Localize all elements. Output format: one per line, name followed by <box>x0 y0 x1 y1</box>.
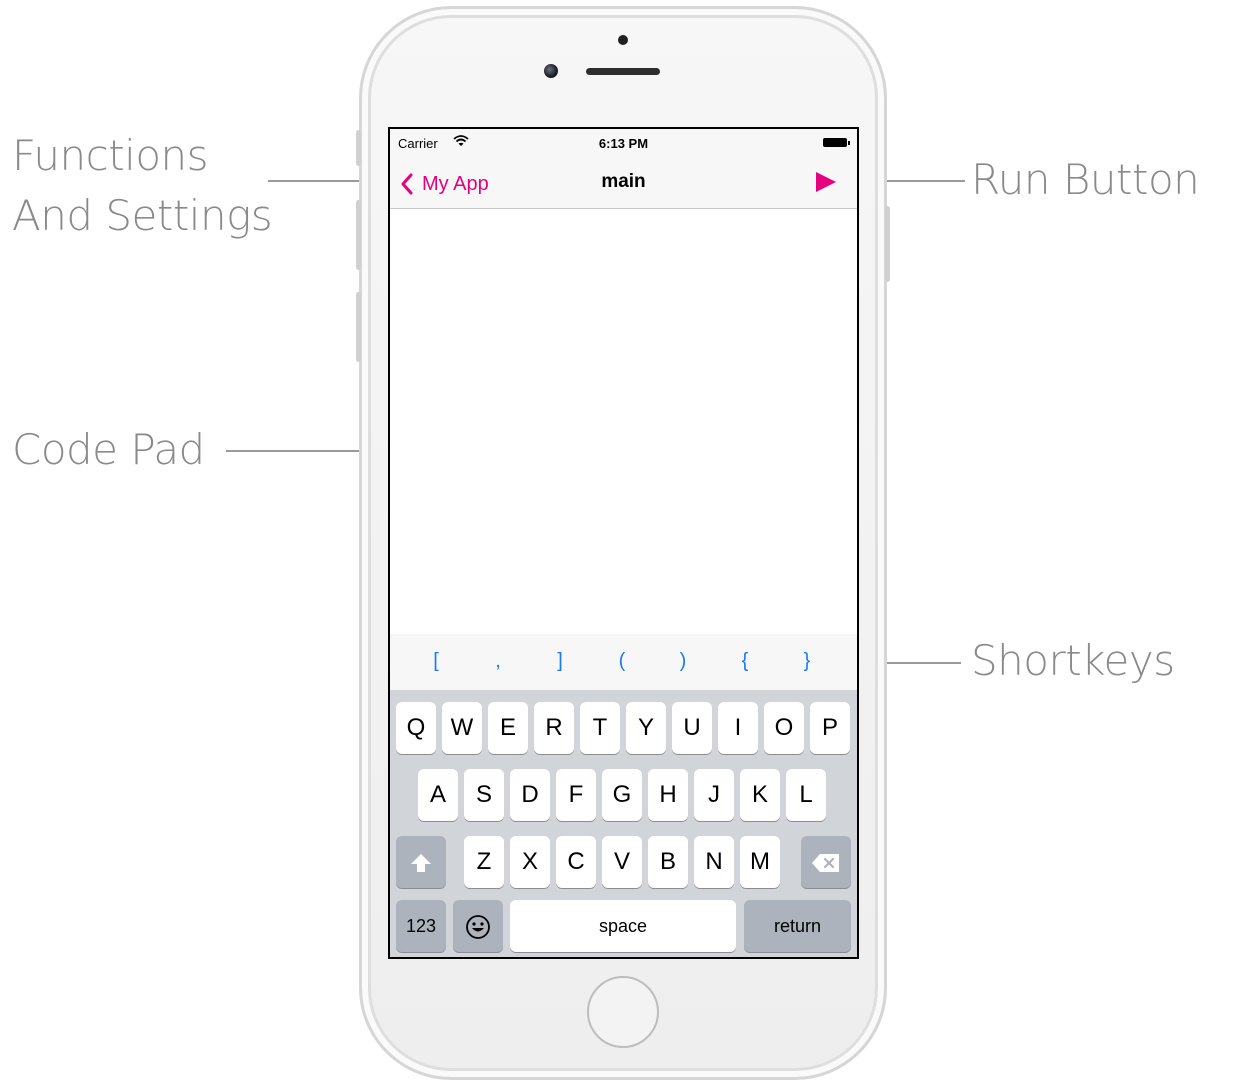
delete-key[interactable] <box>801 836 851 888</box>
key[interactable]: M <box>740 836 780 888</box>
code-pad[interactable] <box>390 209 857 634</box>
status-time: 6:13 PM <box>598 136 649 151</box>
key[interactable]: U <box>672 702 712 754</box>
nav-title: main <box>601 171 646 192</box>
key[interactable]: I <box>718 702 758 754</box>
front-camera <box>544 64 558 78</box>
callout-shortkeys: Shortkeys <box>971 636 1175 685</box>
mute-switch <box>356 130 361 166</box>
shift-key[interactable] <box>396 836 446 888</box>
keyboard: Q W E R T Y U I O P A S D F G H J K L Z … <box>390 690 857 957</box>
shortkey-open-bracket[interactable]: [ <box>416 650 456 673</box>
key[interactable]: K <box>740 769 780 821</box>
key[interactable]: S <box>464 769 504 821</box>
phone-screen: Carrier 6:13 PM My App main [ , ] ( ) {… <box>388 127 859 959</box>
key[interactable]: B <box>648 836 688 888</box>
key[interactable]: L <box>786 769 826 821</box>
key[interactable]: H <box>648 769 688 821</box>
key[interactable]: N <box>694 836 734 888</box>
key[interactable]: F <box>556 769 596 821</box>
power-button <box>885 206 890 282</box>
home-button[interactable] <box>587 976 659 1048</box>
shift-icon <box>411 853 431 872</box>
key[interactable]: E <box>488 702 528 754</box>
proximity-sensor <box>618 35 628 45</box>
shortkey-open-paren[interactable]: ( <box>602 650 642 673</box>
battery-icon <box>823 138 850 147</box>
key[interactable]: V <box>602 836 642 888</box>
key[interactable]: X <box>510 836 550 888</box>
key[interactable]: Q <box>396 702 436 754</box>
status-bar: Carrier 6:13 PM <box>390 129 857 157</box>
navigation-bar: My App main <box>390 157 857 209</box>
emoji-icon <box>466 914 490 939</box>
key[interactable]: C <box>556 836 596 888</box>
shortkey-close-bracket[interactable]: ] <box>540 650 580 673</box>
play-icon[interactable] <box>815 171 837 193</box>
key[interactable]: Y <box>626 702 666 754</box>
key[interactable]: G <box>602 769 642 821</box>
return-key[interactable]: return <box>744 900 851 952</box>
volume-up-button <box>356 200 361 270</box>
key[interactable]: D <box>510 769 550 821</box>
key[interactable]: Z <box>464 836 504 888</box>
callout-functions-line1: Functions <box>12 131 209 180</box>
callout-functions-line2: And Settings <box>12 191 273 240</box>
delete-icon <box>812 853 839 872</box>
callout-code-pad: Code Pad <box>12 425 205 474</box>
key[interactable]: A <box>418 769 458 821</box>
key[interactable]: P <box>810 702 850 754</box>
key[interactable]: R <box>534 702 574 754</box>
shortkey-close-paren[interactable]: ) <box>663 650 703 673</box>
volume-down-button <box>356 292 361 362</box>
key[interactable]: J <box>694 769 734 821</box>
shortkey-close-brace[interactable]: } <box>787 650 827 673</box>
key[interactable]: O <box>764 702 804 754</box>
shortkey-comma[interactable]: , <box>478 650 518 673</box>
earpiece-speaker <box>586 68 660 75</box>
key[interactable]: T <box>580 702 620 754</box>
key[interactable]: W <box>442 702 482 754</box>
shortkey-open-brace[interactable]: { <box>725 650 765 673</box>
callout-run-button: Run Button <box>971 155 1200 204</box>
space-key[interactable]: space <box>510 900 736 952</box>
shortkeys-bar: [ , ] ( ) { } <box>390 634 857 690</box>
emoji-key[interactable] <box>453 900 503 952</box>
numbers-key[interactable]: 123 <box>396 900 446 952</box>
